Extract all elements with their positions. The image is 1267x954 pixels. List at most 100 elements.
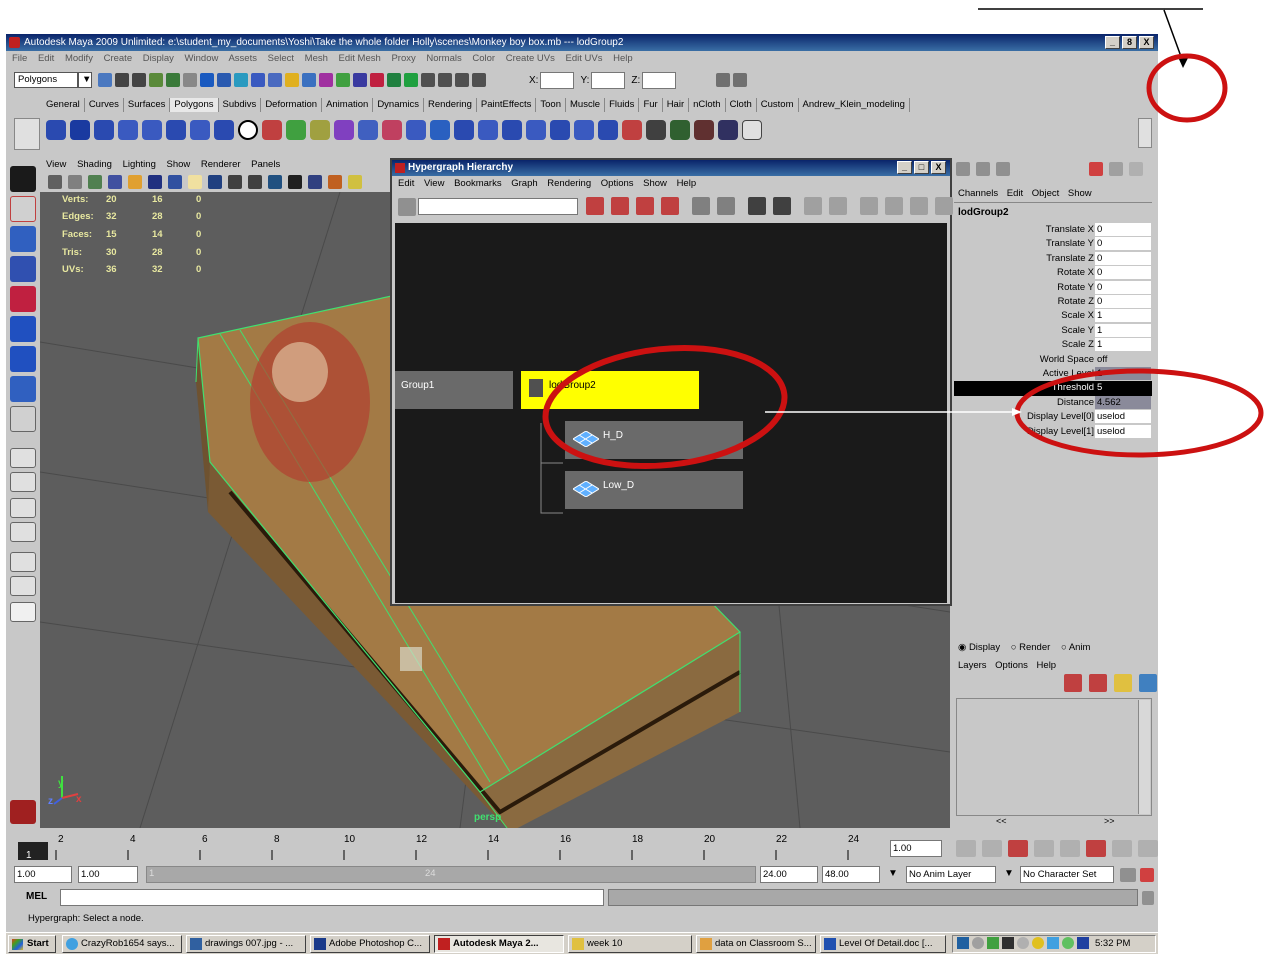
channel-row[interactable]: World Space off: [954, 353, 1152, 367]
shelf-scroll[interactable]: [1138, 118, 1152, 148]
hypergraph-canvas[interactable]: Group1 lodGroup2 H_D Low_D: [395, 223, 947, 603]
poly-prism-icon[interactable]: [190, 120, 210, 140]
step-back-key-icon[interactable]: [1008, 840, 1028, 857]
task-photoshop[interactable]: Adobe Photoshop C...: [310, 935, 430, 953]
select-object-icon[interactable]: [166, 73, 180, 87]
close-button[interactable]: X: [1139, 36, 1154, 49]
smooth-icon[interactable]: [334, 120, 354, 140]
tray-update-icon[interactable]: [1032, 937, 1044, 950]
poly-cone-icon[interactable]: [118, 120, 138, 140]
append-icon[interactable]: [454, 120, 474, 140]
script-editor-icon[interactable]: [1142, 891, 1154, 905]
task-classroom[interactable]: data on Classroom S...: [696, 935, 816, 953]
combine-icon[interactable]: [262, 120, 282, 140]
hud-icon[interactable]: [308, 175, 322, 189]
hypergraph-minimize-button[interactable]: _: [897, 161, 912, 174]
render-view-icon[interactable]: [472, 73, 486, 87]
step-forward-key-icon[interactable]: [1086, 840, 1106, 857]
key-icon[interactable]: [1109, 162, 1123, 176]
shelf-tab-surfaces[interactable]: Surfaces: [124, 98, 171, 112]
hg-expand-icon[interactable]: [910, 197, 928, 215]
texture-icon[interactable]: [188, 175, 202, 189]
render-settings-icon[interactable]: [336, 73, 350, 87]
uv-editor-icon[interactable]: [670, 120, 690, 140]
shelf-tab-curves[interactable]: Curves: [85, 98, 124, 112]
xray-joints-icon[interactable]: [288, 175, 302, 189]
shelf-tab-muscle[interactable]: Muscle: [566, 98, 606, 112]
layer-next-button[interactable]: >>: [1104, 816, 1115, 826]
wedge-icon[interactable]: [550, 120, 570, 140]
hg-container-icon[interactable]: [885, 197, 903, 215]
merge-icon[interactable]: [622, 120, 642, 140]
menu-color[interactable]: Color: [472, 53, 495, 64]
hg-frame-all-icon[interactable]: [586, 197, 604, 215]
bookmark-icon[interactable]: [88, 175, 102, 189]
node-h-d[interactable]: H_D: [565, 421, 743, 459]
menu-display[interactable]: Display: [143, 53, 174, 64]
menu-window[interactable]: Window: [185, 53, 219, 64]
hg-frame-branch-icon[interactable]: [661, 197, 679, 215]
time-slider[interactable]: 2 4 6 8 10 12 14 16 18 20 22 24 1 1.00: [6, 830, 1158, 868]
shelf-tab-deformation[interactable]: Deformation: [261, 98, 323, 112]
radio-render-icon[interactable]: ○: [1011, 642, 1017, 653]
layer-editor-icon[interactable]: [438, 73, 452, 87]
channel-row[interactable]: Rotate Y0: [954, 280, 1152, 295]
tray-antivirus-icon[interactable]: [987, 937, 999, 950]
layer-list[interactable]: [956, 698, 1152, 816]
task-crazyrob[interactable]: CrazyRob1654 says...: [62, 935, 182, 953]
hypergraph-close-button[interactable]: X: [931, 161, 946, 174]
layer-menu-layers[interactable]: Layers: [958, 660, 987, 671]
hg-scene-hierarchy-icon[interactable]: [804, 197, 822, 215]
anim-layer-arrow-icon[interactable]: ▼: [888, 868, 898, 879]
auto-map-icon[interactable]: [718, 120, 738, 140]
anim-prefs-icon[interactable]: [1140, 868, 1154, 882]
offset-loop-icon[interactable]: [526, 120, 546, 140]
shelf-tab-hair[interactable]: Hair: [663, 98, 690, 112]
shelf-tab-polygons[interactable]: Polygons: [170, 98, 219, 112]
tray-disk-icon[interactable]: [972, 937, 984, 950]
task-lod-doc[interactable]: Level Of Detail.doc [...: [820, 935, 946, 953]
poly-sphere-icon[interactable]: [46, 120, 66, 140]
menu-create-uvs[interactable]: Create UVs: [506, 53, 555, 64]
poly-pipe-icon[interactable]: [214, 120, 234, 140]
move-layer-down-icon[interactable]: [1089, 674, 1107, 692]
vp-menu-view[interactable]: View: [46, 159, 66, 170]
attribute-tab-icon[interactable]: [976, 162, 990, 176]
persp-outliner-icon[interactable]: [10, 552, 36, 572]
task-week10[interactable]: week 10: [568, 935, 692, 953]
menu-edit-mesh[interactable]: Edit Mesh: [339, 53, 381, 64]
select-hierarchy-icon[interactable]: [149, 73, 163, 87]
hg-menu-options[interactable]: Options: [601, 178, 634, 189]
poly-soccer-icon[interactable]: [238, 120, 258, 140]
channel-row[interactable]: Display Level[1] uselod: [954, 424, 1152, 439]
anim-layer-select[interactable]: No Anim Layer: [906, 866, 996, 883]
bevel-icon[interactable]: [598, 120, 618, 140]
shelf-tab-subdivs[interactable]: Subdivs: [219, 98, 262, 112]
menu-assets[interactable]: Assets: [228, 53, 257, 64]
camera-icon[interactable]: [48, 175, 62, 189]
ch-menu-show[interactable]: Show: [1068, 188, 1092, 199]
pick-mask-icon[interactable]: [200, 73, 214, 87]
light-bulb-icon[interactable]: [348, 175, 362, 189]
tool-tab-icon[interactable]: [996, 162, 1010, 176]
poke-icon[interactable]: [574, 120, 594, 140]
step-forward-icon[interactable]: [1112, 840, 1132, 857]
shelf-tab-fluids[interactable]: Fluids: [605, 98, 640, 112]
radio-anim-icon[interactable]: ○: [1061, 642, 1067, 653]
shelf-tab-ncloth[interactable]: nCloth: [689, 98, 726, 112]
universal-manip-icon[interactable]: [10, 346, 36, 372]
play-forwards-icon[interactable]: [1060, 840, 1080, 857]
radio-render-label[interactable]: Render: [1019, 642, 1050, 653]
channel-row[interactable]: Scale Z1: [954, 338, 1152, 352]
character-set-select[interactable]: No Character Set: [1020, 866, 1114, 883]
scale-tool-icon[interactable]: [10, 316, 36, 342]
smooth-shade-icon[interactable]: [168, 175, 182, 189]
mode-dropdown-arrow[interactable]: ▼: [78, 72, 92, 88]
go-to-end-icon[interactable]: [1138, 840, 1158, 857]
channel-row[interactable]: Translate Z0: [954, 251, 1152, 266]
hg-frame-selection-icon[interactable]: [611, 197, 629, 215]
current-time-field[interactable]: 1.00: [890, 840, 942, 857]
shelf-tab-andrew-klein[interactable]: Andrew_Klein_modeling: [799, 98, 910, 112]
lock-icon[interactable]: [1089, 162, 1103, 176]
menu-modify[interactable]: Modify: [65, 53, 93, 64]
